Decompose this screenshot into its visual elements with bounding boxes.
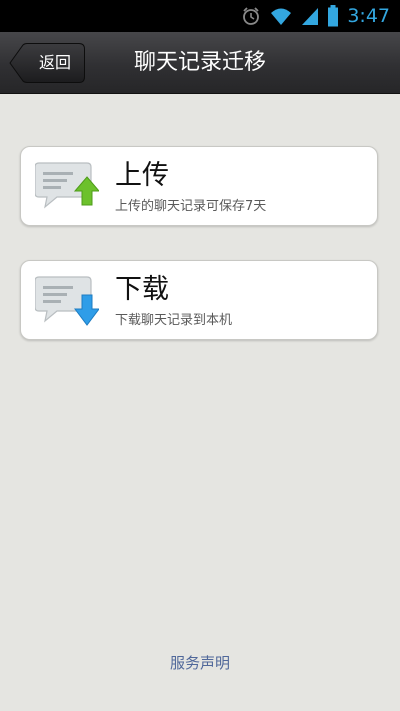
download-title: 下载	[115, 274, 169, 305]
download-option[interactable]: 下载 下载聊天记录到本机	[20, 260, 378, 340]
back-button[interactable]: 返回	[9, 43, 85, 83]
status-bar: 3:47	[0, 0, 400, 32]
download-subtitle: 下载聊天记录到本机	[115, 313, 233, 328]
upload-subtitle: 上传的聊天记录可保存7天	[115, 199, 267, 214]
back-button-label: 返回	[38, 53, 71, 72]
chat-upload-icon	[34, 159, 101, 213]
battery-icon	[327, 5, 339, 27]
signal-icon	[301, 6, 319, 26]
title-bar: 聊天记录迁移 返回	[0, 32, 400, 94]
clock: 3:47	[347, 5, 390, 27]
service-terms-link[interactable]: 服务声明	[0, 652, 400, 673]
upload-option[interactable]: 上传 上传的聊天记录可保存7天	[20, 146, 378, 226]
alarm-icon	[241, 6, 261, 26]
wifi-icon	[269, 6, 293, 26]
chat-download-icon	[34, 273, 100, 327]
upload-title: 上传	[115, 160, 169, 191]
